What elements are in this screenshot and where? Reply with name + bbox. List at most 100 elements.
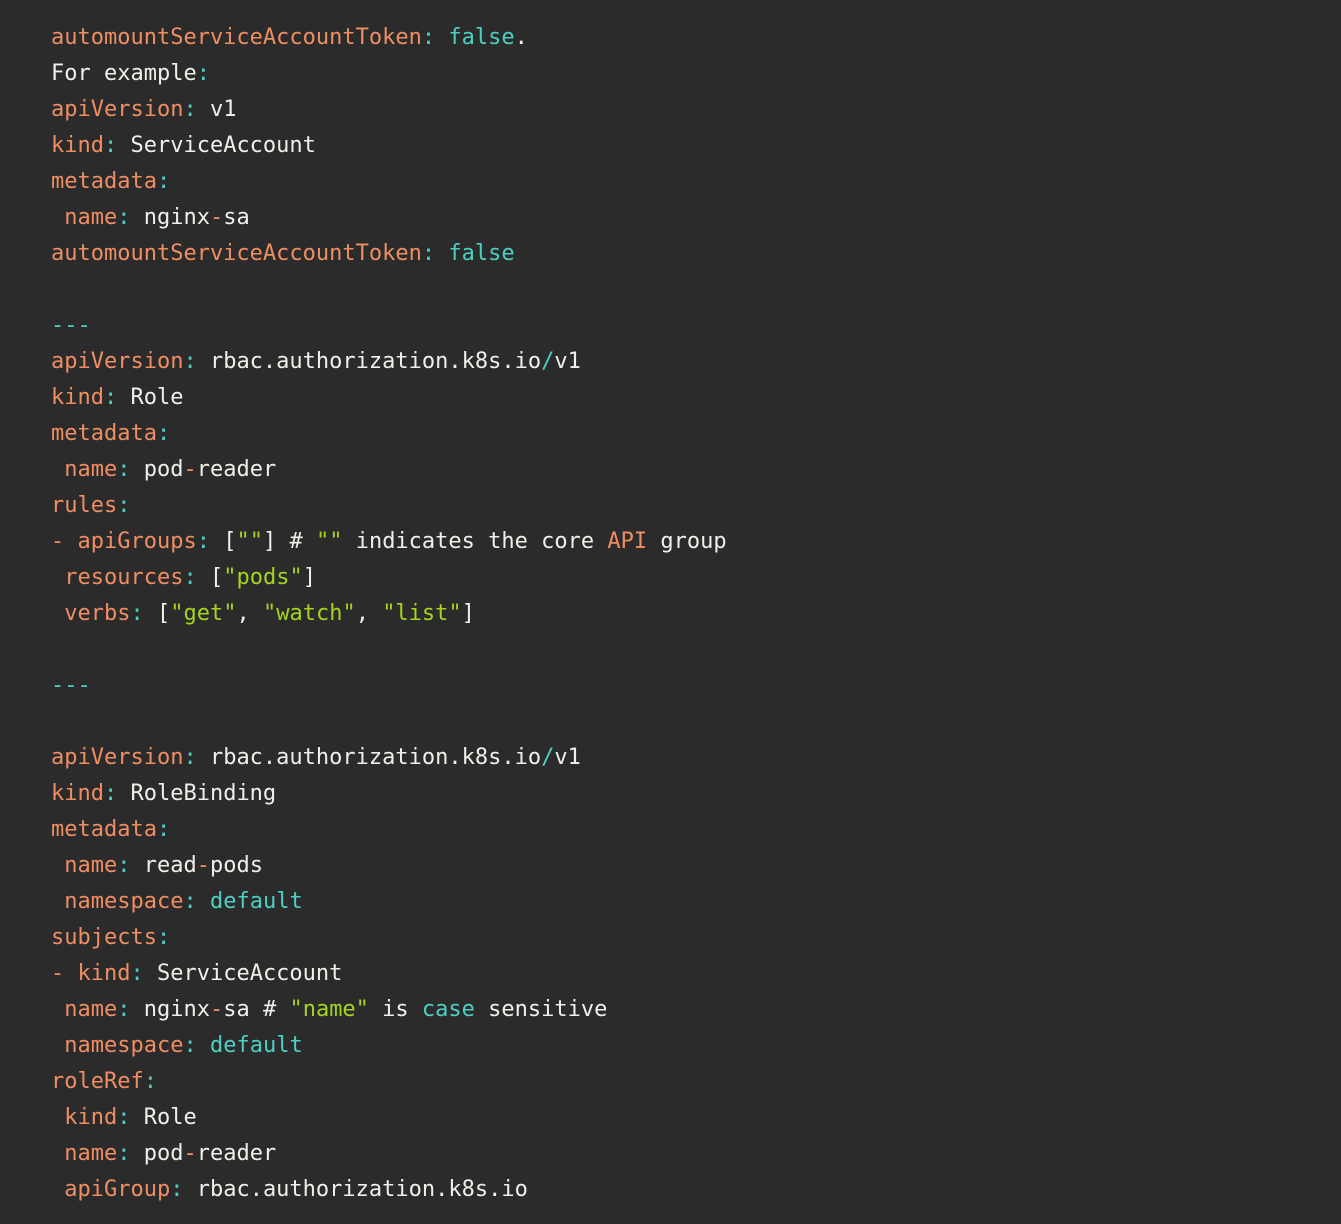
code-line [51, 704, 1331, 740]
code-line: rules: [51, 488, 1331, 524]
code-token: apiGroups [78, 529, 197, 554]
code-token: : [144, 1069, 157, 1094]
code-line: apiGroup: rbac.authorization.k8s.io [51, 1172, 1331, 1208]
code-token: : [117, 997, 130, 1022]
code-line: kind: ServiceAccount [51, 128, 1331, 164]
code-token: : [183, 565, 196, 590]
code-token: false [448, 241, 514, 266]
code-token [51, 565, 64, 590]
code-token: - [183, 457, 196, 482]
yaml-code-view: automountServiceAccountToken: false. For … [0, 0, 1341, 1224]
code-line: kind: RoleBinding [51, 776, 1331, 812]
code-token: : [183, 889, 196, 914]
code-token: [ [210, 529, 237, 554]
code-line: verbs: ["get", "watch", "list"] [51, 596, 1331, 632]
code-token: : [183, 745, 196, 770]
code-line: resources: ["pods"] [51, 560, 1331, 596]
code-token: ServiceAccount [144, 961, 343, 986]
code-token: namespace [64, 889, 183, 914]
code-token: read [130, 853, 196, 878]
code-token: : [117, 853, 130, 878]
code-token: nginx [130, 205, 209, 230]
code-token: : [130, 961, 143, 986]
code-line: namespace: default [51, 1028, 1331, 1064]
code-token: : [157, 421, 170, 446]
code-token: sa # [223, 997, 289, 1022]
code-token: "get" [170, 601, 236, 626]
code-token [51, 889, 64, 914]
code-token: : [157, 925, 170, 950]
code-token: ] # [263, 529, 316, 554]
code-token: pods [210, 853, 263, 878]
code-token: subjects [51, 925, 157, 950]
code-token: automountServiceAccountToken [51, 241, 422, 266]
code-line: metadata: [51, 164, 1331, 200]
code-token: : [157, 817, 170, 842]
code-token: [ [197, 565, 224, 590]
code-token: / [541, 745, 554, 770]
code-token: : [197, 61, 210, 86]
code-token: API [607, 529, 647, 554]
code-token: verbs [64, 601, 130, 626]
code-token: ServiceAccount [117, 133, 316, 158]
code-token: . [515, 25, 528, 50]
code-line: roleRef: [51, 1064, 1331, 1100]
code-token: default [210, 889, 303, 914]
code-token [197, 1033, 210, 1058]
code-token: rbac.authorization.k8s.io [183, 1177, 527, 1202]
code-token: : [183, 1033, 196, 1058]
code-token: automountServiceAccountToken [51, 25, 422, 50]
code-token: apiVersion [51, 349, 183, 374]
code-token: : [117, 493, 130, 518]
code-token: : [104, 385, 117, 410]
code-token: rbac.authorization.k8s.io [197, 745, 541, 770]
code-token: "pods" [223, 565, 302, 590]
code-token [197, 889, 210, 914]
code-token: kind [51, 781, 104, 806]
code-token: namespace [64, 1033, 183, 1058]
code-line [51, 632, 1331, 668]
code-line: automountServiceAccountToken: false [51, 236, 1331, 272]
code-token: For example [51, 61, 197, 86]
code-token: : [117, 1141, 130, 1166]
code-token: apiGroup [64, 1177, 170, 1202]
code-token: apiVersion [51, 97, 183, 122]
code-line: subjects: [51, 920, 1331, 956]
code-token: : [422, 241, 435, 266]
code-line: apiVersion: v1 [51, 92, 1331, 128]
code-token: "watch" [263, 601, 356, 626]
code-token: name [64, 853, 117, 878]
code-token: : [130, 601, 143, 626]
code-token: pod [130, 1141, 183, 1166]
code-token: resources [64, 565, 183, 590]
code-token: : [117, 457, 130, 482]
code-token: : [183, 349, 196, 374]
code-token: ] [462, 601, 475, 626]
code-token: - [51, 961, 64, 986]
code-token: : [170, 1177, 183, 1202]
code-token: - [210, 205, 223, 230]
code-token [64, 961, 77, 986]
code-token [435, 241, 448, 266]
code-token: / [541, 349, 554, 374]
code-token: reader [197, 457, 276, 482]
code-token: kind [51, 385, 104, 410]
code-token: "name" [289, 997, 368, 1022]
code-token: is [369, 997, 422, 1022]
code-token: RoleBinding [117, 781, 276, 806]
code-token: ] [303, 565, 316, 590]
code-token [51, 601, 64, 626]
code-line: kind: Role [51, 380, 1331, 416]
code-line: metadata: [51, 416, 1331, 452]
code-token: "list" [382, 601, 461, 626]
code-token: v1 [554, 745, 581, 770]
code-token: roleRef [51, 1069, 144, 1094]
code-line: name: pod-reader [51, 452, 1331, 488]
code-line: name: pod-reader [51, 1136, 1331, 1172]
code-token [64, 529, 77, 554]
code-token [51, 997, 64, 1022]
code-token: metadata [51, 421, 157, 446]
code-token: , [356, 601, 383, 626]
code-token: - [51, 529, 64, 554]
code-token: rbac.authorization.k8s.io [197, 349, 541, 374]
